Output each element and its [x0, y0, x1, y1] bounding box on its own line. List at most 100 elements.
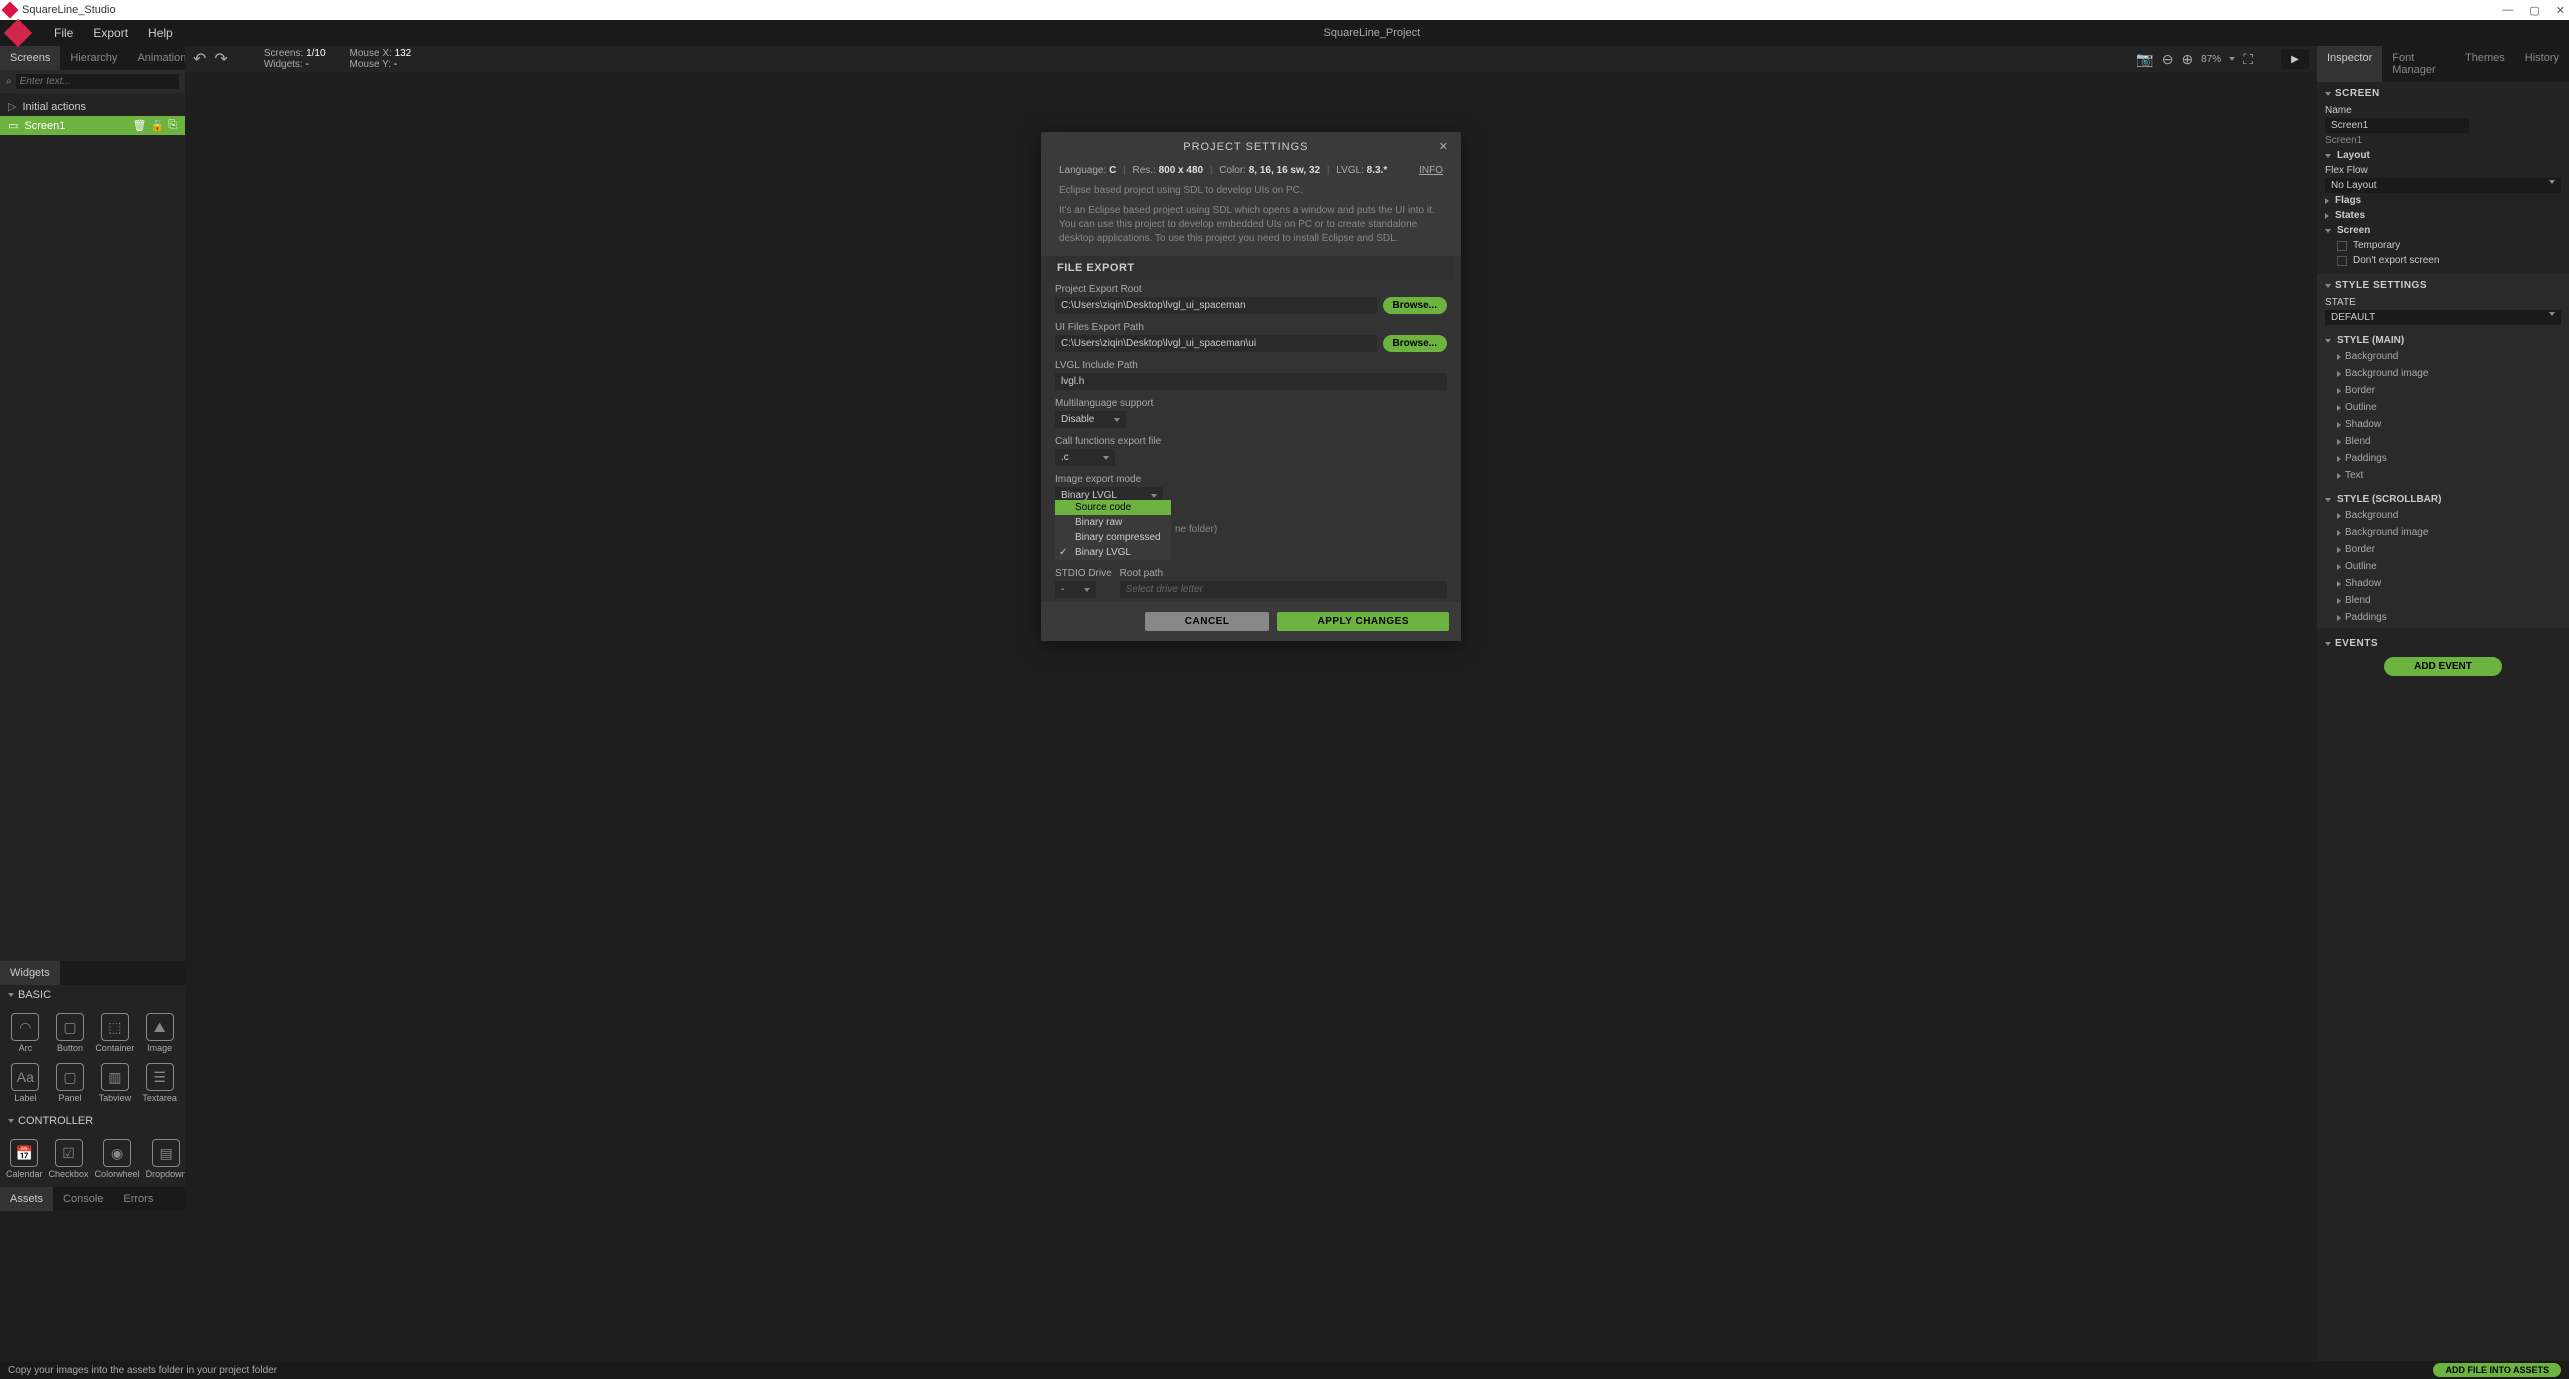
check-icon: ✓ — [1059, 547, 1067, 558]
menubar: File Export Help SquareLine_Project — [0, 20, 2569, 46]
widget-calendar[interactable]: 📅Calendar — [4, 1135, 45, 1183]
menu-help[interactable]: Help — [138, 26, 183, 40]
widget-checkbox[interactable]: ☑Checkbox — [47, 1135, 91, 1183]
style-paddings[interactable]: Paddings — [2325, 450, 2561, 467]
style-main-section[interactable]: STYLE (MAIN) — [2325, 333, 2561, 348]
project-export-root-input[interactable]: C:\Users\ziqin\Desktop\lvgl_ui_spaceman — [1055, 297, 1377, 314]
style-outline[interactable]: Outline — [2325, 399, 2561, 416]
browse-button[interactable]: Browse... — [1383, 297, 1447, 314]
callfn-select[interactable]: .c — [1055, 449, 1115, 466]
panel-icon: ▢ — [56, 1063, 84, 1091]
style-background[interactable]: Background — [2325, 348, 2561, 365]
textarea-icon: ☰ — [146, 1063, 174, 1091]
cancel-button[interactable]: CANCEL — [1145, 612, 1270, 631]
style-outline[interactable]: Outline — [2325, 558, 2561, 575]
minimize-icon[interactable]: — — [2502, 4, 2513, 17]
style-paddings[interactable]: Paddings — [2325, 609, 2561, 626]
widget-button[interactable]: ▢Button — [49, 1009, 92, 1057]
play-button[interactable]: ▶ — [2281, 49, 2309, 69]
widget-label[interactable]: AaLabel — [4, 1059, 47, 1107]
menu-export[interactable]: Export — [83, 26, 138, 40]
dropdown-option-binary-compressed[interactable]: Binary compressed — [1055, 530, 1171, 545]
style-blend[interactable]: Blend — [2325, 592, 2561, 609]
tab-screens[interactable]: Screens — [0, 46, 60, 70]
widget-panel[interactable]: ▢Panel — [49, 1059, 92, 1107]
tree-initial-actions[interactable]: ▷ Initial actions — [0, 97, 185, 116]
dont-export-checkbox[interactable] — [2337, 256, 2347, 266]
tab-inspector[interactable]: Inspector — [2317, 46, 2382, 82]
zoom-dropdown-icon[interactable] — [2229, 57, 2235, 61]
fullscreen-icon[interactable]: ⛶ — [2243, 51, 2253, 68]
widget-container[interactable]: ⬚Container — [93, 1009, 136, 1057]
style-border[interactable]: Border — [2325, 541, 2561, 558]
zoom-in-icon[interactable]: ⊕ — [2181, 51, 2193, 68]
screen-subsection[interactable]: Screen — [2325, 223, 2561, 238]
tab-themes[interactable]: Themes — [2455, 46, 2515, 82]
redo-icon[interactable]: ↷ — [214, 49, 227, 69]
copy-icon[interactable]: ⎘ — [168, 119, 177, 132]
widget-tabview[interactable]: ▥Tabview — [93, 1059, 136, 1107]
tab-history[interactable]: History — [2515, 46, 2569, 82]
logo-icon — [4, 19, 32, 47]
tab-widgets[interactable]: Widgets — [0, 961, 60, 985]
dropdown-option-binary-lvgl[interactable]: ✓Binary LVGL — [1055, 545, 1171, 560]
state-select[interactable]: DEFAULT — [2325, 310, 2561, 325]
temporary-checkbox[interactable] — [2337, 241, 2347, 251]
screen-section[interactable]: SCREEN — [2325, 84, 2561, 103]
style-background-image[interactable]: Background image — [2325, 365, 2561, 382]
dropdown-option-source-code[interactable]: Source code — [1055, 500, 1171, 515]
canvas[interactable]: PROJECT SETTINGS ✕ Language: C | Res.: 8… — [185, 72, 2317, 1361]
modal-close-icon[interactable]: ✕ — [1439, 140, 1449, 153]
zoom-value[interactable]: 87% — [2201, 54, 2221, 65]
lvgl-include-input[interactable]: lvgl.h — [1055, 373, 1447, 390]
style-background-image[interactable]: Background image — [2325, 524, 2561, 541]
search-input[interactable] — [16, 74, 179, 89]
flags-section[interactable]: Flags — [2325, 193, 2561, 208]
close-icon[interactable]: ✕ — [2556, 4, 2565, 17]
style-background[interactable]: Background — [2325, 507, 2561, 524]
root-path-input[interactable]: Select drive letter — [1120, 581, 1447, 598]
name-input[interactable] — [2325, 118, 2469, 133]
stdio-drive-select[interactable]: - — [1055, 581, 1096, 598]
events-section[interactable]: EVENTS — [2325, 634, 2561, 653]
flexflow-select[interactable]: No Layout — [2325, 178, 2561, 193]
tab-hierarchy[interactable]: Hierarchy — [60, 46, 127, 70]
widgets-controller-header[interactable]: CONTROLLER — [0, 1111, 185, 1131]
style-text[interactable]: Text — [2325, 467, 2561, 484]
undo-icon[interactable]: ↶ — [193, 49, 206, 69]
widget-arc[interactable]: ◠Arc — [4, 1009, 47, 1057]
screenshot-icon[interactable]: 📷 — [2136, 51, 2153, 68]
add-event-button[interactable]: ADD EVENT — [2384, 657, 2502, 676]
style-shadow[interactable]: Shadow — [2325, 575, 2561, 592]
style-border[interactable]: Border — [2325, 382, 2561, 399]
info-link[interactable]: INFO — [1419, 165, 1443, 176]
style-scrollbar-section[interactable]: STYLE (SCROLLBAR) — [2325, 492, 2561, 507]
dropdown-option-binary-raw[interactable]: Binary raw — [1055, 515, 1171, 530]
tab-assets[interactable]: Assets — [0, 1187, 53, 1211]
style-blend[interactable]: Blend — [2325, 433, 2561, 450]
multilang-select[interactable]: Disable — [1055, 411, 1126, 428]
widget-image[interactable]: ⛰Image — [138, 1009, 181, 1057]
widget-colorwheel[interactable]: ◉Colorwheel — [93, 1135, 142, 1183]
browse-button[interactable]: Browse... — [1383, 335, 1447, 352]
ui-files-path-input[interactable]: C:\Users\ziqin\Desktop\lvgl_ui_spaceman\… — [1055, 335, 1377, 352]
maximize-icon[interactable]: ▢ — [2529, 4, 2539, 17]
layout-section[interactable]: Layout — [2325, 148, 2561, 163]
delete-icon[interactable]: 🗑 — [133, 119, 147, 132]
widget-dropdown[interactable]: ▤Dropdown — [144, 1135, 189, 1183]
apply-button[interactable]: APPLY CHANGES — [1277, 612, 1449, 631]
lock-icon[interactable]: 🔒 — [150, 119, 164, 132]
widget-textarea[interactable]: ☰Textarea — [138, 1059, 181, 1107]
tab-font-manager[interactable]: Font Manager — [2382, 46, 2455, 82]
menu-file[interactable]: File — [44, 26, 83, 40]
style-settings-section[interactable]: STYLE SETTINGS — [2325, 276, 2561, 295]
states-section[interactable]: States — [2325, 208, 2561, 223]
dropdown-icon: ▤ — [152, 1139, 180, 1167]
tab-console[interactable]: Console — [53, 1187, 113, 1211]
style-shadow[interactable]: Shadow — [2325, 416, 2561, 433]
zoom-out-icon[interactable]: ⊖ — [2162, 51, 2174, 68]
tree-screen1[interactable]: ▭ Screen1 🗑 🔒 ⎘ — [0, 116, 185, 135]
tab-errors[interactable]: Errors — [113, 1187, 163, 1211]
widgets-basic-header[interactable]: BASIC — [0, 985, 185, 1005]
add-file-button[interactable]: ADD FILE INTO ASSETS — [2433, 1363, 2561, 1377]
